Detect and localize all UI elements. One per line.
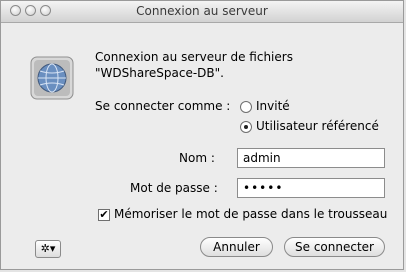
radio-guest[interactable] [240,101,252,113]
name-label: Nom : [179,151,215,165]
gear-icon: ✲▾ [40,242,56,255]
remember-password-label[interactable]: Mémoriser le mot de passe dans le trouss… [114,207,387,221]
connect-to-server-dialog: Connexion au serveur Connexion au serveu… [0,0,404,270]
password-label: Mot de passe : [130,181,218,195]
connect-as-label: Se connecter comme : [95,99,231,113]
radio-registered-user-label[interactable]: Utilisateur référencé [256,119,379,133]
dialog-message: Connexion au serveur de fichiers "WDShar… [95,49,293,81]
title-bar: Connexion au serveur [1,1,403,23]
globe-server-icon [30,56,74,100]
connect-button[interactable]: Se connecter [284,237,385,257]
name-field[interactable]: admin [237,148,385,168]
message-line-1: Connexion au serveur de fichiers [95,50,293,64]
gear-menu-button[interactable]: ✲▾ [35,240,61,258]
cancel-button[interactable]: Annuler [200,237,273,257]
remember-password-checkbox[interactable]: ✔ [98,209,110,221]
server-name: "WDShareSpace-DB". [95,66,224,80]
radio-registered-user[interactable] [240,121,252,133]
radio-guest-label[interactable]: Invité [256,99,290,113]
window-title: Connexion au serveur [136,4,268,18]
password-field[interactable]: ••••• [237,178,385,198]
